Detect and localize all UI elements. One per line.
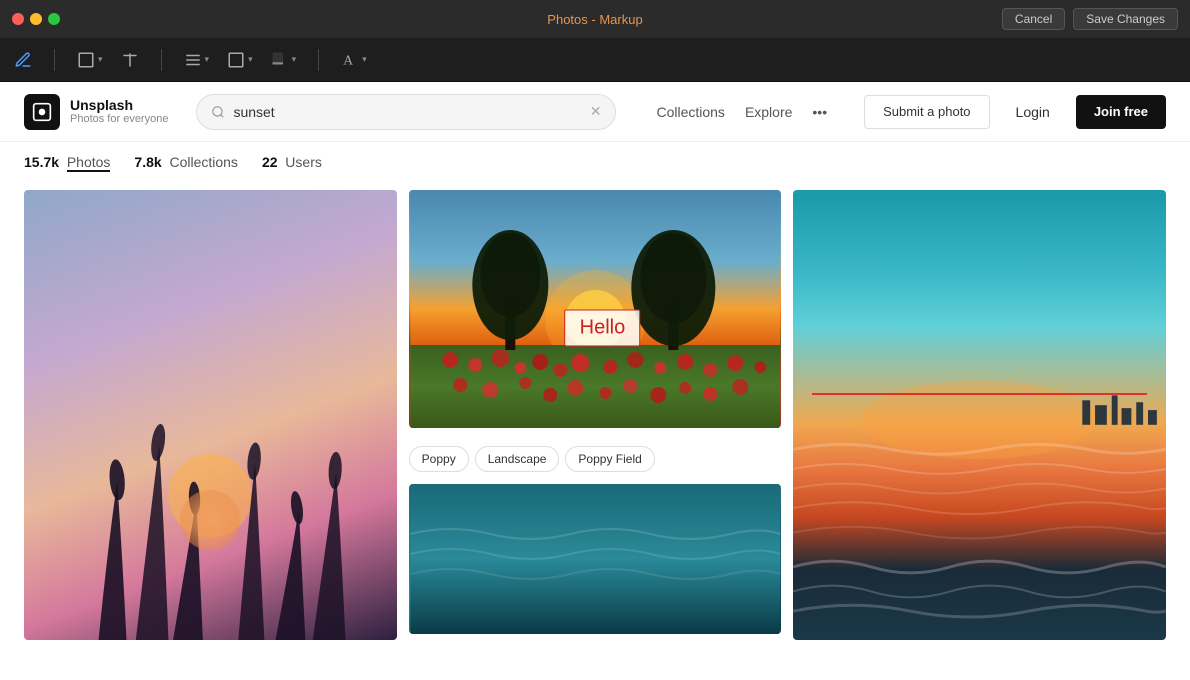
search-icon [211, 105, 225, 119]
shape-chevron: ▾ [98, 54, 103, 65]
shape-tool[interactable]: ▾ [77, 51, 103, 69]
nav-links: Collections Explore ••• [656, 104, 827, 120]
nav-more[interactable]: ••• [812, 104, 827, 120]
annotation-line [812, 393, 1147, 395]
fill-color-chevron: ▾ [292, 54, 297, 65]
save-changes-button[interactable]: Save Changes [1073, 8, 1178, 30]
nav-actions: Submit a photo Login Join free [864, 95, 1166, 129]
minimize-button[interactable] [30, 13, 42, 25]
grid-col-left [24, 190, 397, 658]
window-title: Photos - Markup [547, 12, 642, 27]
toolbar-sep-3 [318, 49, 319, 71]
grid-col-middle: Hello Poppy Landscape Poppy Field [409, 190, 782, 658]
annotation-hello: Hello [565, 310, 641, 347]
logo-tagline: Photos for everyone [70, 113, 168, 126]
website-container: Unsplash Photos for everyone ✕ Collectio… [0, 82, 1190, 680]
login-button[interactable]: Login [1000, 95, 1066, 129]
svg-text:A: A [343, 52, 353, 67]
ocean-svg [793, 190, 1166, 640]
traffic-lights [12, 13, 60, 25]
border-color-tool[interactable]: ▾ [227, 51, 253, 69]
photo-grid: Hello Poppy Landscape Poppy Field [0, 178, 1190, 670]
nav-explore[interactable]: Explore [745, 104, 792, 120]
border-color-chevron: ▾ [248, 54, 253, 65]
title-bar-actions: Cancel Save Changes [1002, 8, 1178, 30]
photo-sunset-grass[interactable] [24, 190, 397, 640]
submit-photo-button[interactable]: Submit a photo [864, 95, 989, 129]
poppy-svg [409, 190, 782, 428]
lines-tool[interactable]: ▾ [184, 51, 210, 69]
logo-icon [24, 94, 60, 130]
search-clear-icon[interactable]: ✕ [590, 103, 602, 120]
photo-tags: Poppy Landscape Poppy Field [409, 446, 782, 472]
lines-chevron: ▾ [205, 54, 210, 65]
water-svg [409, 484, 782, 634]
title-text: Photos - [547, 12, 599, 27]
text-tool[interactable] [121, 51, 139, 69]
search-box[interactable]: ✕ [196, 94, 616, 130]
stat-collections[interactable]: 7.8k Collections [134, 154, 238, 170]
close-button[interactable] [12, 13, 24, 25]
grass-svg [24, 190, 397, 640]
site-nav: Unsplash Photos for everyone ✕ Collectio… [0, 82, 1190, 142]
maximize-button[interactable] [48, 13, 60, 25]
font-chevron: ▾ [362, 54, 367, 65]
title-bar: Photos - Markup Cancel Save Changes [0, 0, 1190, 38]
cancel-button[interactable]: Cancel [1002, 8, 1065, 30]
pen-tool[interactable] [14, 51, 32, 69]
logo-name: Unsplash [70, 97, 168, 114]
join-free-button[interactable]: Join free [1076, 95, 1166, 129]
grid-col-right [793, 190, 1166, 658]
nav-collections[interactable]: Collections [656, 104, 724, 120]
stat-photos[interactable]: 15.7k Photos [24, 154, 110, 170]
site-logo: Unsplash Photos for everyone [24, 94, 168, 130]
tag-poppy[interactable]: Poppy [409, 446, 469, 472]
search-input[interactable] [233, 104, 581, 120]
fill-color-tool[interactable]: ▾ [271, 51, 297, 69]
stats-bar: 15.7k Photos 7.8k Collections 22 Users [0, 142, 1190, 178]
photo-ocean-sunset[interactable] [793, 190, 1166, 640]
toolbar-sep-2 [161, 49, 162, 71]
photo-teal-water[interactable] [409, 484, 782, 634]
title-highlight: Markup [599, 12, 642, 27]
logo-text: Unsplash Photos for everyone [70, 97, 168, 127]
toolbar-sep-1 [54, 49, 55, 71]
photo-poppy-field[interactable]: Hello [409, 190, 782, 428]
stat-users[interactable]: 22 Users [262, 154, 322, 170]
tag-landscape[interactable]: Landscape [475, 446, 560, 472]
tag-poppy-field[interactable]: Poppy Field [565, 446, 654, 472]
font-tool[interactable]: A ▾ [341, 51, 367, 69]
toolbar: ▾ ▾ ▾ ▾ A ▾ [0, 38, 1190, 82]
